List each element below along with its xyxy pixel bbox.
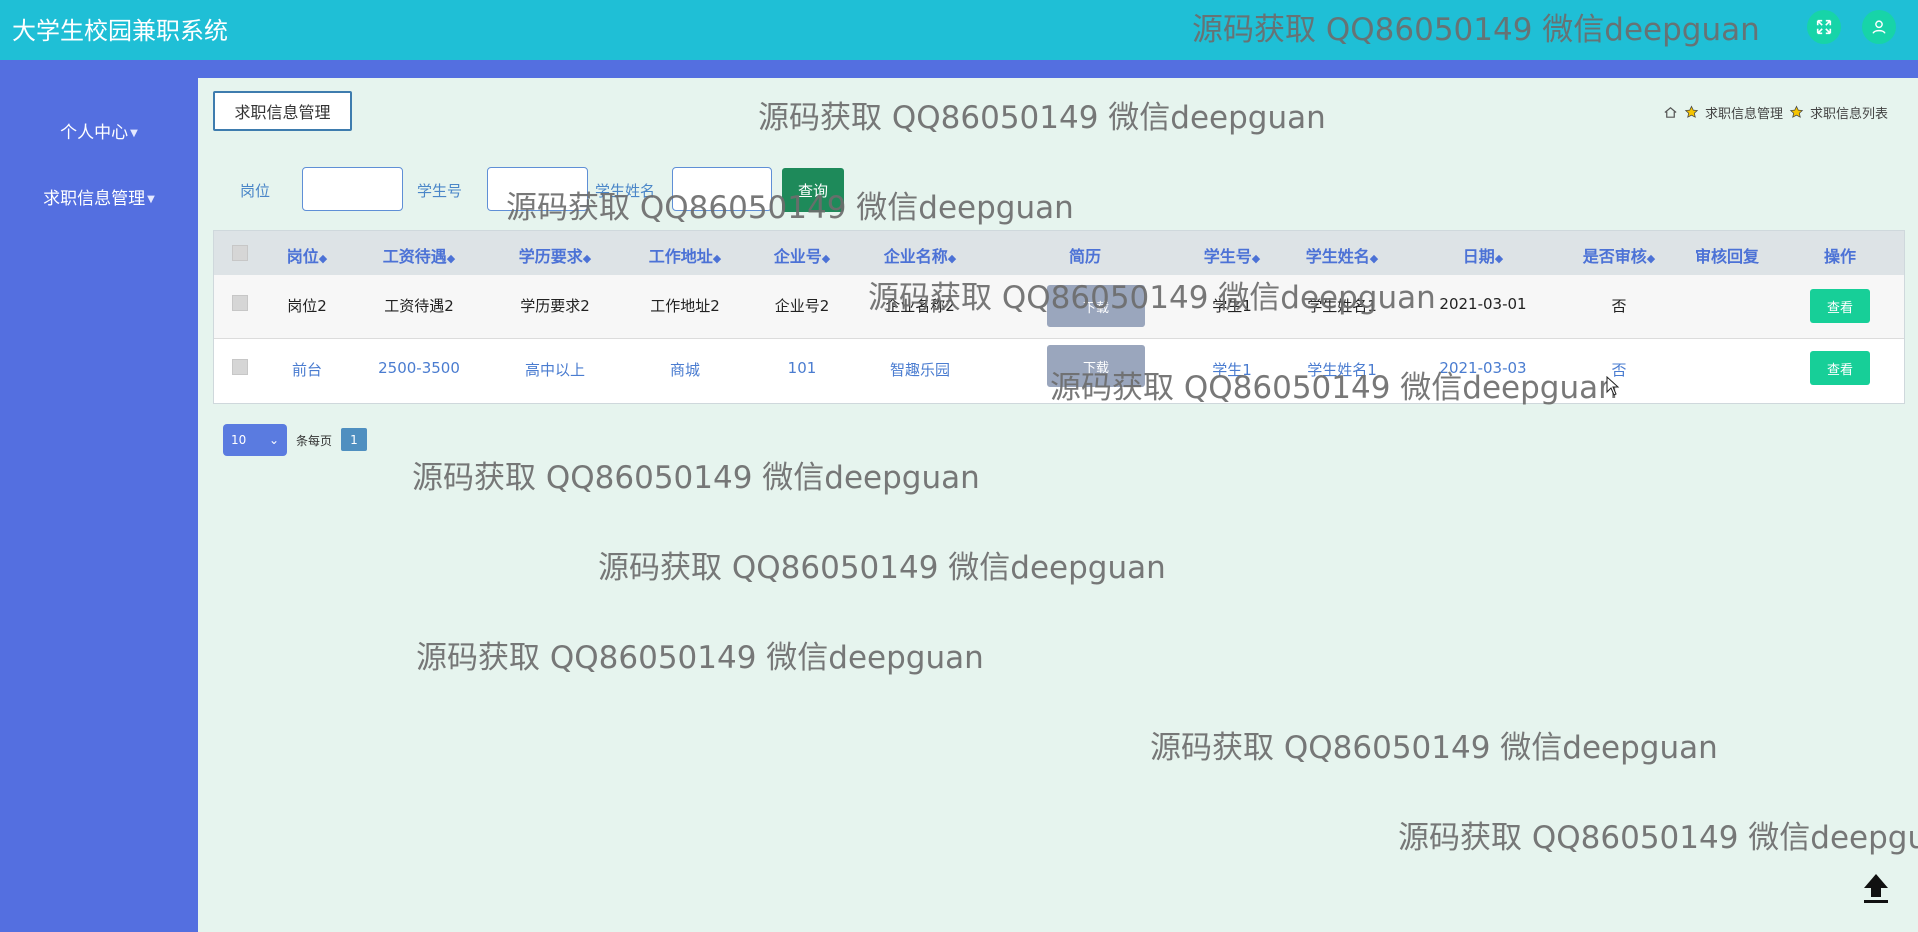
breadcrumb-item[interactable]: 求职信息管理	[1705, 103, 1783, 122]
watermark: 源码获取 QQ86050149 微信deepguan	[758, 100, 1326, 136]
cell-post: 前台	[291, 361, 323, 379]
sort-icon: ◆	[821, 252, 831, 265]
column-header-reviewed[interactable]: 是否审核◆	[1583, 243, 1655, 267]
fullscreen-icon	[1816, 19, 1832, 35]
watermark: 源码获取 QQ86050149 微信deepguan	[1398, 820, 1918, 856]
post-filter-input[interactable]	[302, 167, 403, 211]
tab-job-info-management[interactable]: 求职信息管理	[213, 91, 352, 131]
star-icon	[1789, 105, 1804, 118]
cell-company-name: 智趣乐园	[889, 361, 951, 379]
column-header-student-name[interactable]: 学生姓名◆	[1306, 243, 1378, 267]
breadcrumb: 求职信息管理 求职信息列表	[1663, 103, 1888, 122]
fullscreen-button[interactable]	[1807, 10, 1841, 44]
user-icon	[1872, 20, 1886, 34]
watermark: 源码获取 QQ86050149 微信deepguan	[1050, 370, 1618, 406]
column-header-salary[interactable]: 工资待遇◆	[383, 243, 455, 267]
sort-icon: ◆	[1494, 252, 1504, 265]
column-header-date[interactable]: 日期◆	[1463, 243, 1503, 267]
sort-icon: ◆	[582, 252, 592, 265]
sidebar: 个人中心 ▼ 求职信息管理 ▼	[0, 60, 198, 932]
select-all-checkbox[interactable]	[232, 245, 248, 261]
watermark: 源码获取 QQ86050149 微信deepguan	[1192, 12, 1760, 48]
column-header-education[interactable]: 学历要求◆	[519, 243, 591, 267]
header-band	[0, 60, 1918, 78]
page-number-button[interactable]: 1	[341, 428, 367, 451]
column-header-reply: 审核回复	[1694, 247, 1760, 266]
cell-address: 商城	[669, 361, 701, 379]
mouse-cursor-icon	[1606, 376, 1620, 396]
row-checkbox[interactable]	[232, 359, 248, 375]
column-header-resume: 简历	[1068, 247, 1102, 266]
breadcrumb-item: 求职信息列表	[1809, 107, 1888, 122]
post-filter-label: 岗位	[240, 182, 271, 200]
cell-date: 2021-03-01	[1439, 295, 1527, 313]
sort-icon: ◆	[446, 252, 456, 265]
table-header: 岗位◆ 工资待遇◆ 学历要求◆ 工作地址◆ 企业号◆ 企业名称◆ 简历 学生号◆…	[214, 231, 1904, 275]
page-size-select[interactable]: 10 ⌄	[223, 424, 287, 456]
star-icon	[1684, 105, 1699, 118]
watermark: 源码获取 QQ86050149 微信deepguan	[506, 190, 1074, 226]
sidebar-item-personal-center[interactable]: 个人中心 ▼	[0, 118, 198, 143]
sort-icon: ◆	[318, 252, 328, 265]
back-to-top-icon[interactable]	[1858, 870, 1894, 906]
per-page-label: 条每页	[296, 434, 333, 448]
column-header-company-no[interactable]: 企业号◆	[774, 243, 830, 267]
chevron-down-icon: ⌄	[268, 433, 279, 447]
user-button[interactable]	[1862, 10, 1896, 44]
view-button[interactable]: 查看	[1810, 289, 1870, 323]
watermark: 源码获取 QQ86050149 微信deepguan	[412, 460, 980, 496]
column-header-action: 操作	[1823, 247, 1857, 266]
cell-company-no: 101	[787, 359, 817, 377]
sort-icon: ◆	[1646, 252, 1656, 265]
chevron-down-icon: ▼	[147, 193, 155, 205]
chevron-down-icon: ▼	[130, 127, 138, 139]
sort-icon: ◆	[1369, 252, 1379, 265]
cell-reviewed: 否	[1611, 297, 1627, 315]
sidebar-item-label: 求职信息管理	[43, 189, 146, 209]
view-button[interactable]: 查看	[1810, 351, 1870, 385]
sidebar-item-label: 个人中心	[60, 123, 129, 143]
student-no-filter-label: 学生号	[417, 182, 463, 200]
watermark: 源码获取 QQ86050149 微信deepguan	[416, 640, 984, 676]
cell-post: 岗位2	[287, 297, 327, 315]
sort-icon: ◆	[712, 252, 722, 265]
watermark: 源码获取 QQ86050149 微信deepguan	[598, 550, 1166, 586]
column-header-address[interactable]: 工作地址◆	[649, 243, 721, 267]
home-icon[interactable]	[1663, 105, 1678, 120]
sort-icon: ◆	[1251, 252, 1261, 265]
column-header-student-no[interactable]: 学生号◆	[1204, 243, 1260, 267]
watermark: 源码获取 QQ86050149 微信deepguan	[1150, 730, 1718, 766]
page-size-value: 10	[231, 433, 247, 447]
column-header-company-name[interactable]: 企业名称◆	[884, 243, 956, 267]
sort-icon: ◆	[947, 252, 957, 265]
cell-education: 高中以上	[524, 361, 586, 379]
cell-company-no: 企业号2	[774, 297, 830, 315]
app-title: 大学生校园兼职系统	[12, 17, 228, 45]
cell-salary: 工资待遇2	[384, 297, 454, 315]
row-checkbox[interactable]	[232, 295, 248, 311]
watermark: 源码获取 QQ86050149 微信deepguan	[868, 280, 1436, 316]
cell-education: 学历要求2	[520, 297, 590, 315]
sidebar-item-job-info[interactable]: 求职信息管理 ▼	[0, 184, 198, 209]
cell-salary: 2500-3500	[378, 359, 460, 377]
column-header-post[interactable]: 岗位◆	[287, 243, 327, 267]
cell-address: 工作地址2	[650, 297, 720, 315]
